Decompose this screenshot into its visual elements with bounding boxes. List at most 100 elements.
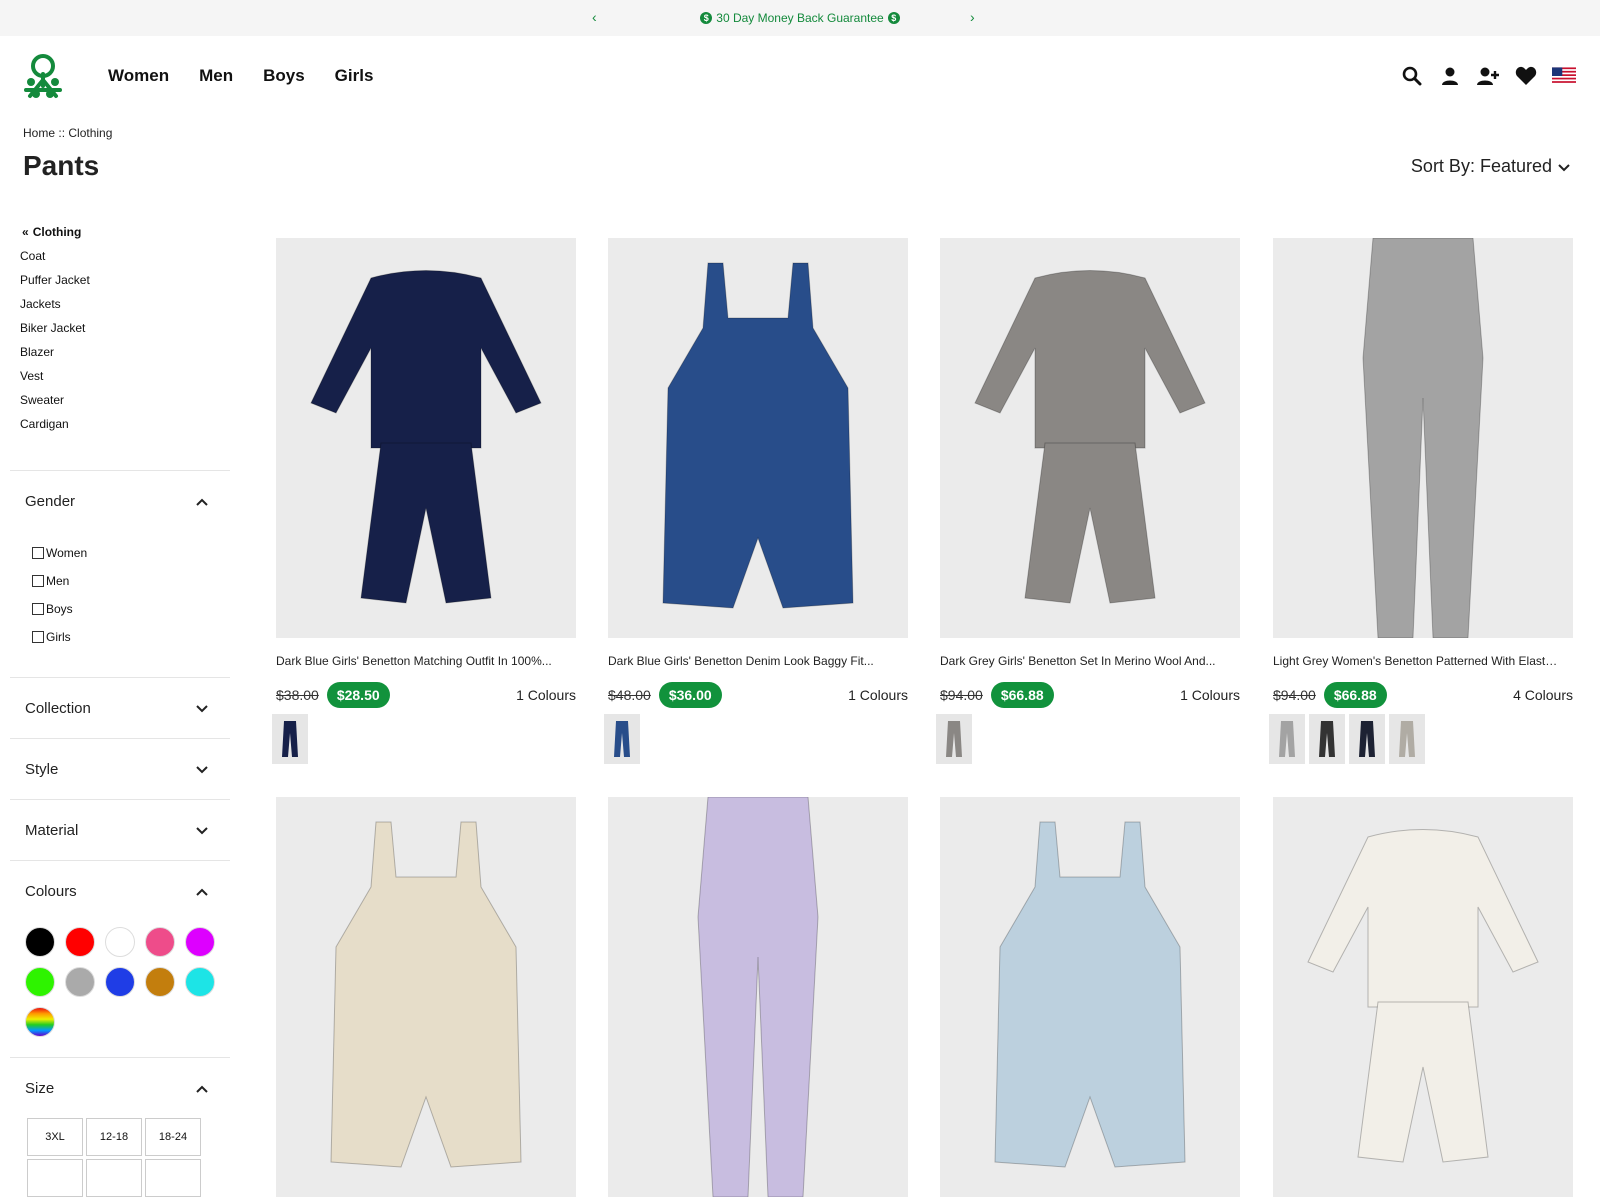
original-price: $38.00 [276,687,319,703]
original-price: $48.00 [608,687,651,703]
colour-swatch[interactable] [25,1007,55,1037]
colour-swatch[interactable] [65,927,95,957]
product-card[interactable]: Light Grey Women's Benetton Patterned Wi… [1269,238,1573,764]
chevron-up-icon [196,1080,208,1097]
checkbox[interactable] [32,547,44,559]
product-image[interactable] [276,238,576,638]
gender-option[interactable]: Girls [32,623,230,651]
colour-thumbnail[interactable] [1389,714,1425,764]
sort-dropdown[interactable]: Sort By: Featured [1411,156,1570,177]
filter-material: Material [10,799,230,860]
product-card[interactable]: Dark Grey Girls' Benetton Set In Merino … [936,238,1240,764]
category-item[interactable]: Vest [10,364,230,388]
product-card[interactable] [276,797,576,1197]
gender-option[interactable]: Boys [32,595,230,623]
checkbox[interactable] [32,631,44,643]
category-item[interactable]: Biker Jacket [10,316,230,340]
product-name[interactable]: Dark Grey Girls' Benetton Set In Merino … [940,654,1225,668]
us-flag-icon[interactable] [1552,64,1576,88]
nav-women[interactable]: Women [108,66,169,86]
colour-thumbnails [604,714,908,764]
colour-swatch[interactable] [105,967,135,997]
product-image[interactable] [608,238,908,638]
colour-swatch[interactable] [145,967,175,997]
category-item[interactable]: Puffer Jacket [10,268,230,292]
size-option[interactable]: 3XL [27,1118,83,1156]
size-option[interactable] [145,1159,201,1197]
product-image[interactable] [940,797,1240,1197]
nav-girls[interactable]: Girls [335,66,374,86]
product-image[interactable] [1273,797,1573,1197]
add-user-icon[interactable] [1476,64,1500,88]
filter-colours-header[interactable]: Colours [10,861,230,921]
promo-prev-arrow[interactable]: ‹ [592,9,597,25]
chevron-down-icon [196,822,208,839]
double-chevron-left-icon: « [22,225,29,239]
page-title: Pants [23,150,100,181]
colour-thumbnail[interactable] [1309,714,1345,764]
colour-thumbnail[interactable] [1349,714,1385,764]
product-image[interactable] [1273,238,1573,638]
sort-label: Sort By: Featured [1410,156,1552,176]
filter-material-header[interactable]: Material [10,800,230,860]
product-image[interactable] [940,238,1240,638]
colour-thumbnail[interactable] [1269,714,1305,764]
filter-collection-header[interactable]: Collection [10,678,230,738]
filter-colours: Colours [10,860,230,1057]
size-option[interactable] [86,1159,142,1197]
colour-swatch[interactable] [185,927,215,957]
category-item[interactable]: Cardigan [10,412,230,436]
colour-thumbnail[interactable] [272,714,308,764]
checkbox[interactable] [32,603,44,615]
product-image[interactable] [276,797,576,1197]
filter-style-header[interactable]: Style [10,739,230,799]
category-item[interactable]: Coat [10,244,230,268]
sale-price-badge: $36.00 [658,682,722,708]
gender-options: Women Men Boys Girls [10,531,230,677]
account-icon[interactable] [1438,64,1462,88]
colour-swatch[interactable] [65,967,95,997]
category-item[interactable]: Sweater [10,388,230,412]
search-icon[interactable] [1400,64,1424,88]
size-option[interactable] [27,1159,83,1197]
colour-swatch[interactable] [105,927,135,957]
colour-swatch[interactable] [145,927,175,957]
checkbox[interactable] [32,575,44,587]
chevron-up-icon [196,883,208,900]
breadcrumb-current[interactable]: Clothing [68,126,112,140]
nav-men[interactable]: Men [199,66,233,86]
chevron-up-icon [196,493,208,510]
breadcrumb-home[interactable]: Home [23,126,55,140]
wishlist-heart-icon[interactable] [1514,64,1538,88]
sale-price-badge: $28.50 [326,682,390,708]
dollar-icon: $ [700,12,713,24]
product-name[interactable]: Light Grey Women's Benetton Patterned Wi… [1273,654,1558,668]
filter-gender-header[interactable]: Gender [10,471,230,531]
product-card[interactable] [608,797,908,1197]
product-card[interactable] [940,797,1240,1197]
colour-swatch[interactable] [185,967,215,997]
filter-sidebar: « Clothing Coat Puffer Jacket Jackets Bi… [10,220,230,1197]
product-card[interactable] [1273,797,1573,1197]
promo-next-arrow[interactable]: › [970,9,975,25]
gender-option[interactable]: Men [32,567,230,595]
colour-swatch[interactable] [25,967,55,997]
product-card[interactable]: Dark Blue Girls' Benetton Matching Outfi… [272,238,576,764]
nav-boys[interactable]: Boys [263,66,305,86]
colour-thumbnail[interactable] [936,714,972,764]
size-option[interactable]: 12-18 [86,1118,142,1156]
brand-logo[interactable] [18,52,68,102]
product-name[interactable]: Dark Blue Girls' Benetton Matching Outfi… [276,654,561,668]
category-item[interactable]: Blazer [10,340,230,364]
colour-thumbnail[interactable] [604,714,640,764]
size-option[interactable]: 18-24 [145,1118,201,1156]
colour-swatch[interactable] [25,927,55,957]
category-item[interactable]: Jackets [10,292,230,316]
product-card[interactable]: Dark Blue Girls' Benetton Denim Look Bag… [604,238,908,764]
colour-thumbnails [272,714,576,764]
product-image[interactable] [608,797,908,1197]
product-name[interactable]: Dark Blue Girls' Benetton Denim Look Bag… [608,654,893,668]
filter-size-header[interactable]: Size [10,1058,230,1118]
category-parent[interactable]: « Clothing [10,220,230,244]
gender-option[interactable]: Women [32,539,230,567]
